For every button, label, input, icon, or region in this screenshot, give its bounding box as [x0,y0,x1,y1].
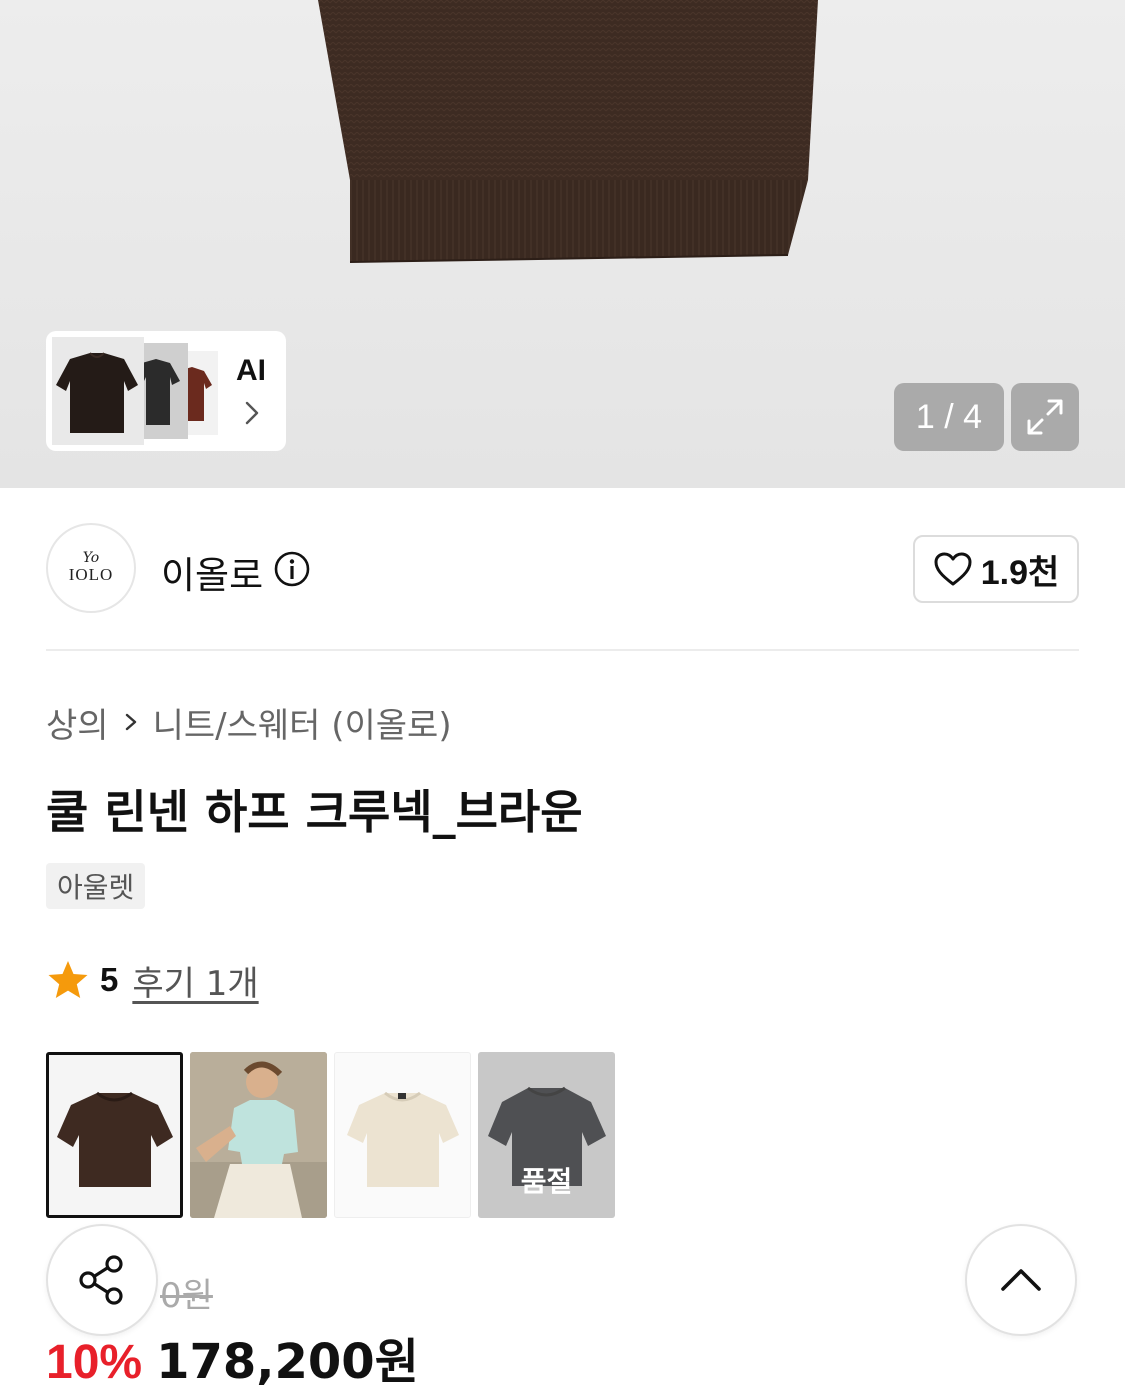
share-icon [79,1255,123,1305]
product-title: 쿨 린넨 하프 크루넥_브라운 [46,785,583,839]
discount-rate: 10% [46,1336,143,1389]
product-image-gallery[interactable]: AI 1 / 4 [0,0,1125,488]
ai-label: AI [236,354,266,387]
breadcrumb: 상의 니트/스웨터 (이올로) [46,698,452,747]
ai-fitting-card[interactable] [46,331,286,451]
like-count: 1.9천 [980,553,1060,592]
original-price: 0원 [160,1276,213,1316]
info-icon[interactable] [273,550,311,588]
mint-model-image [190,1052,327,1218]
rating-row: 5 후기 1개 [46,955,259,1005]
color-option-mint[interactable] [190,1052,327,1218]
scroll-top-button[interactable] [965,1224,1077,1336]
color-option-ivory[interactable] [334,1052,471,1218]
brand-logo[interactable]: Yo IOLO [46,523,136,613]
outlet-badge: 아울렛 [46,863,146,909]
final-price: 178,200원 [156,1334,419,1390]
soldout-label: 품절 [520,1165,573,1198]
chevron-up-icon [1001,1269,1041,1291]
ai-thumbnail-stack [52,337,218,445]
image-counter: 1 / 4 [894,383,1004,451]
chevron-right-icon [245,401,259,425]
color-option-black[interactable]: 품절 [478,1052,615,1218]
ivory-tee-image [347,1091,459,1187]
review-link[interactable]: 후기 1개 [132,956,258,1005]
share-button[interactable] [46,1224,158,1336]
chevron-right-icon [123,711,139,733]
brand-name[interactable]: 이올로 [161,545,263,599]
expand-button[interactable] [1011,383,1079,451]
heart-icon [934,552,972,586]
color-options: 품절 [46,1052,615,1218]
like-button[interactable]: 1.9천 [913,535,1079,603]
color-option-brown[interactable] [46,1052,183,1218]
star-icon [48,961,88,998]
brand-logo-mark: Yo [82,550,100,566]
rating-score: 5 [100,961,119,998]
breadcrumb-category[interactable]: 상의 [46,698,109,747]
expand-icon [1027,399,1063,435]
breadcrumb-subcategory[interactable]: 니트/스웨터 (이올로) [153,698,452,747]
divider [46,649,1079,651]
brown-tee-image [57,1091,173,1187]
brand-logo-text: IOLO [68,565,114,584]
